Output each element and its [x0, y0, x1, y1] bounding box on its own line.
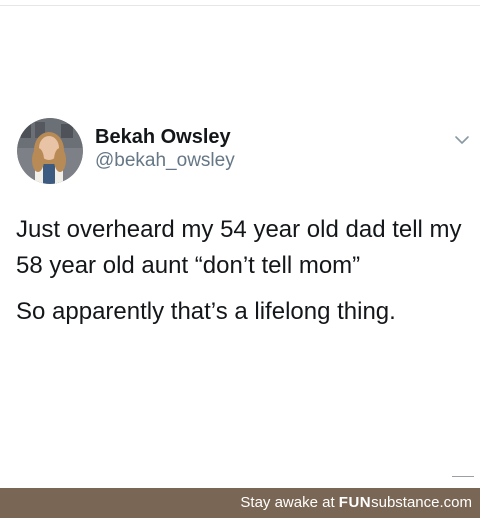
avatar[interactable] [17, 118, 83, 184]
tweet-paragraph: Just overheard my 54 year old dad tell m… [16, 216, 462, 279]
divider-mark [452, 476, 474, 477]
brand-fun: FUN [338, 494, 372, 511]
avatar-photo [17, 118, 83, 184]
tweet-card: Bekah Owsley @bekah_owsley Just overhear… [0, 0, 480, 488]
user-handle[interactable]: @bekah_owsley [95, 150, 235, 172]
footer-watermark: Stay awake at FUNsubstance.com [240, 494, 472, 511]
chevron-down-icon[interactable] [454, 134, 470, 146]
display-name[interactable]: Bekah Owsley [95, 126, 231, 149]
footer-prefix: Stay awake at [240, 494, 339, 511]
tweet-paragraph: So apparently that’s a lifelong thing. [16, 298, 396, 325]
brand-substance: substance.com [371, 494, 472, 511]
footer-bar: Stay awake at FUNsubstance.com [0, 488, 480, 518]
tweet-text: Just overheard my 54 year old dad tell m… [16, 212, 466, 340]
